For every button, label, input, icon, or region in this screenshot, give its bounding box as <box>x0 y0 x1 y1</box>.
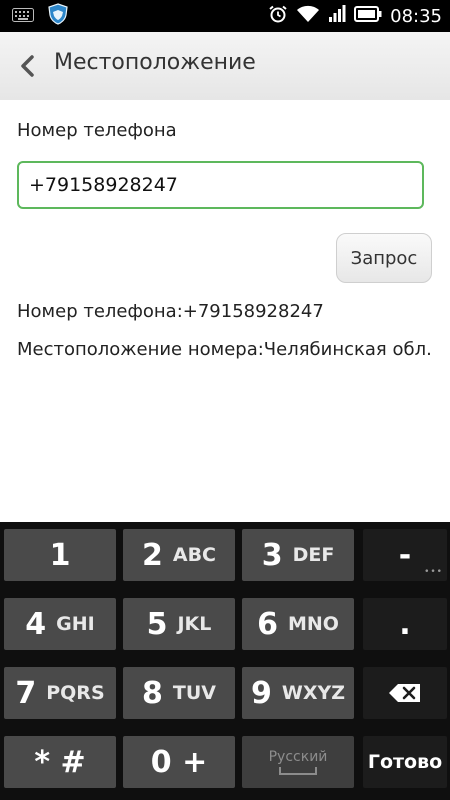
key-9-letters: WXYZ <box>281 682 346 704</box>
key-7-digit: 7 <box>15 675 37 711</box>
key-dash-label: - <box>398 537 412 573</box>
key-8-digit: 8 <box>142 675 163 711</box>
key-9[interactable]: 9 WXYZ <box>242 667 354 719</box>
key-3-digit: 3 <box>261 537 283 573</box>
query-button[interactable]: Запрос <box>336 233 432 283</box>
key-period-label: . <box>399 606 411 642</box>
page-title: Местоположение <box>54 50 256 75</box>
key-3-letters: DEF <box>292 544 335 566</box>
more-dots-icon: ••• <box>424 567 443 577</box>
chevron-left-icon <box>21 55 34 77</box>
key-2-digit: 2 <box>141 537 163 573</box>
key-7[interactable]: 7 PQRS <box>4 667 116 719</box>
back-button[interactable] <box>14 52 40 80</box>
key-7-letters: PQRS <box>46 682 105 704</box>
key-6-letters: MNO <box>287 613 339 635</box>
key-9-digit: 9 <box>250 675 272 711</box>
phone-number-input[interactable] <box>17 161 424 209</box>
keyboard-icon <box>12 7 34 26</box>
key-4-letters: GHI <box>56 613 95 635</box>
key-6-digit: 6 <box>257 606 278 642</box>
key-4-digit: 4 <box>25 606 47 642</box>
key-dash[interactable]: - ••• <box>363 529 447 581</box>
key-5[interactable]: 5 JKL <box>123 598 235 650</box>
key-star-hash[interactable]: * # <box>4 736 116 788</box>
key-6[interactable]: 6 MNO <box>242 598 354 650</box>
key-1[interactable]: 1 <box>4 529 116 581</box>
wifi-icon <box>296 5 320 27</box>
key-0[interactable]: 0 + <box>123 736 235 788</box>
key-2-letters: ABC <box>172 544 216 566</box>
key-2[interactable]: 2 ABC <box>123 529 235 581</box>
space-bar-icon <box>279 767 317 775</box>
key-done[interactable]: Готово <box>363 736 447 788</box>
result-phone-number: Номер телефона:+79158928247 <box>17 301 324 322</box>
status-time: 08:35 <box>390 5 442 27</box>
key-period[interactable]: . <box>363 598 447 650</box>
key-done-label: Готово <box>367 751 443 773</box>
key-8-letters: TUV <box>172 682 216 704</box>
phone-number-label: Номер телефона <box>17 120 177 141</box>
key-5-digit: 5 <box>146 606 168 642</box>
key-0-label: 0 + <box>150 744 208 780</box>
key-language-space[interactable]: Русский <box>242 736 354 788</box>
backspace-icon <box>389 684 420 702</box>
key-3[interactable]: 3 DEF <box>242 529 354 581</box>
content-area: Номер телефона Запрос Номер телефона:+79… <box>0 100 450 522</box>
key-backspace[interactable] <box>363 667 447 719</box>
status-bar: 08:35 <box>0 0 450 32</box>
alarm-clock-icon <box>268 4 288 28</box>
key-star-hash-label: * # <box>34 744 86 780</box>
battery-icon <box>354 5 382 27</box>
action-bar: Местоположение <box>0 32 450 101</box>
key-1-digit: 1 <box>49 537 71 573</box>
signal-icon <box>328 5 346 27</box>
key-5-letters: JKL <box>177 613 212 635</box>
key-4[interactable]: 4 GHI <box>4 598 116 650</box>
key-language-label: Русский <box>268 749 328 765</box>
key-8[interactable]: 8 TUV <box>123 667 235 719</box>
numeric-keyboard: 1 2 ABC 3 DEF - ••• 4 GHI 5 JKL 6 MNO . … <box>0 522 450 800</box>
shield-app-icon <box>48 3 68 29</box>
result-location: Местоположение номера:Челябинская обл. <box>17 339 432 360</box>
